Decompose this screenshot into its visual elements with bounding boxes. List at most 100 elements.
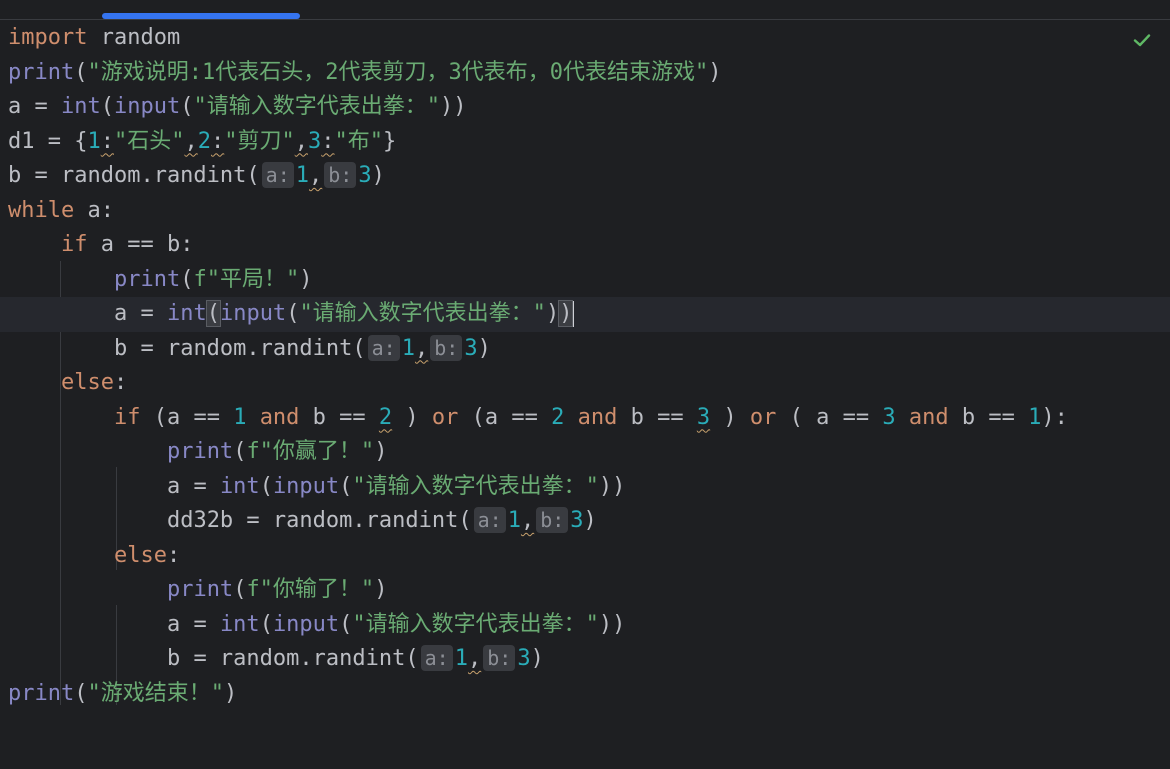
number-literal: 2 — [378, 404, 393, 430]
string-literal: f"你输了！" — [246, 577, 375, 602]
builtin: input — [113, 94, 181, 119]
code-text: ( — [74, 59, 88, 85]
code-text: ) — [374, 439, 388, 464]
parameter-hint: a: — [420, 645, 453, 671]
code-text: a = — [166, 611, 220, 637]
string-literal: "布" — [334, 128, 383, 154]
builtin: input — [272, 473, 340, 499]
code-text: )) — [439, 94, 467, 119]
number-literal: 1 — [87, 128, 101, 154]
number-literal: 3 — [570, 508, 584, 533]
code-text: ( — [339, 611, 353, 637]
code-text: ): — [1041, 404, 1068, 430]
string-literal: "请输入数字代表出拳：" — [299, 301, 546, 326]
builtin: int — [219, 473, 260, 499]
keyword: else — [60, 370, 114, 395]
number-literal: 3 — [696, 404, 711, 430]
code-text: ( — [339, 473, 353, 499]
code-text: : — [166, 542, 181, 568]
code-text: ( — [259, 473, 273, 499]
code-line[interactable]: else: — [0, 366, 1170, 401]
matched-paren: ( — [205, 300, 221, 327]
keyword: import — [8, 25, 88, 50]
string-literal: "石头" — [113, 128, 185, 154]
code-line[interactable]: d1 = {1:"石头",2:"剪刀",3:"布"} — [0, 125, 1170, 160]
code-line[interactable]: b = random.randint(a: 1, b: 3) — [0, 159, 1170, 194]
code-text: )) — [598, 473, 626, 499]
builtin: input — [272, 611, 340, 637]
code-text: : — [321, 128, 335, 154]
code-text: b == — [617, 404, 697, 430]
code-text: : — [113, 370, 128, 395]
parameter-hint: b: — [324, 162, 357, 188]
number-literal: 2 — [551, 404, 565, 430]
code-text: ( — [233, 439, 247, 464]
code-text: ) — [583, 508, 597, 533]
code-line[interactable]: print("游戏说明:1代表石头，2代表剪刀，3代表布，0代表结束游戏") — [0, 56, 1170, 91]
code-text: } — [382, 128, 397, 154]
code-line[interactable]: while a: — [0, 194, 1170, 229]
string-literal: "请输入数字代表出拳：" — [193, 94, 440, 119]
code-text: ( — [286, 301, 300, 326]
code-text: , — [294, 128, 308, 154]
code-text: ( a == — [776, 404, 883, 430]
code-line[interactable]: print(f"你赢了！") — [0, 435, 1170, 470]
builtin: int — [219, 611, 260, 637]
code-line[interactable]: b = random.randint(a: 1, b: 3) — [0, 642, 1170, 677]
number-literal: 1 — [295, 163, 310, 188]
code-line-current[interactable]: a = int(input("请输入数字代表出拳：")) — [0, 297, 1170, 332]
number-literal: 1 — [454, 646, 468, 671]
code-line[interactable]: dd32b = random.randint(a: 1, b: 3) — [0, 504, 1170, 539]
code-text: ) — [545, 301, 560, 326]
code-line[interactable]: a = int(input("请输入数字代表出拳：")) — [0, 608, 1170, 643]
code-line[interactable]: import random — [0, 21, 1170, 56]
number-literal: 1 — [507, 508, 521, 533]
code-line[interactable]: print(f"平局！") — [0, 263, 1170, 298]
code-line[interactable]: else: — [0, 539, 1170, 574]
code-text: , — [520, 508, 535, 533]
keyword: or — [749, 404, 777, 430]
code-text: ) — [374, 577, 388, 602]
parameter-hint: b: — [430, 334, 463, 361]
builtin: print — [113, 266, 181, 292]
code-text: , — [467, 646, 482, 671]
number-literal: 2 — [197, 128, 211, 154]
keyword: or — [431, 404, 459, 430]
code-text: a == b: — [87, 232, 194, 257]
code-line[interactable]: b = random.randint(a: 1, b: 3) — [0, 332, 1170, 367]
code-line[interactable]: a = int(input("请输入数字代表出拳：")) — [0, 90, 1170, 125]
code-area[interactable]: import random print("游戏说明:1代表石头，2代表剪刀，3代… — [0, 21, 1170, 711]
code-text: ( — [180, 266, 194, 292]
code-text: ) — [530, 646, 544, 671]
code-editor[interactable]: import random print("游戏说明:1代表石头，2代表剪刀，3代… — [0, 0, 1170, 769]
builtin: print — [166, 439, 234, 464]
matched-paren: ) — [558, 300, 574, 327]
code-line[interactable]: a = int(input("请输入数字代表出拳：")) — [0, 470, 1170, 505]
code-text: , — [184, 128, 198, 154]
builtin: print — [8, 680, 75, 706]
string-literal: "请输入数字代表出拳：" — [352, 473, 599, 499]
code-line[interactable]: print(f"你输了！") — [0, 573, 1170, 608]
code-text: b = random.randint( — [8, 163, 260, 188]
code-text: ( — [100, 94, 114, 119]
code-text: ) — [223, 680, 238, 706]
keyword: else — [113, 542, 167, 568]
code-line[interactable]: print("游戏结束！") — [0, 677, 1170, 712]
builtin: print — [166, 577, 234, 602]
code-text: ) — [708, 59, 722, 85]
editor-top-border — [0, 19, 1170, 20]
code-text: a: — [74, 197, 114, 223]
text-caret — [572, 301, 575, 327]
parameter-hint: b: — [483, 645, 516, 671]
code-line[interactable]: if (a == 1 and b == 2 ) or (a == 2 and b… — [0, 401, 1170, 436]
code-text: : — [210, 128, 225, 154]
code-line[interactable]: if a == b: — [0, 228, 1170, 263]
code-text: : — [100, 128, 114, 154]
builtin: int — [60, 94, 101, 119]
string-literal: f"你赢了！" — [246, 439, 375, 464]
string-literal: f"平局！" — [193, 266, 300, 292]
code-text: , — [309, 163, 323, 188]
builtin: print — [8, 59, 75, 85]
number-literal: 1 — [1028, 404, 1042, 430]
parameter-hint: a: — [367, 334, 400, 361]
